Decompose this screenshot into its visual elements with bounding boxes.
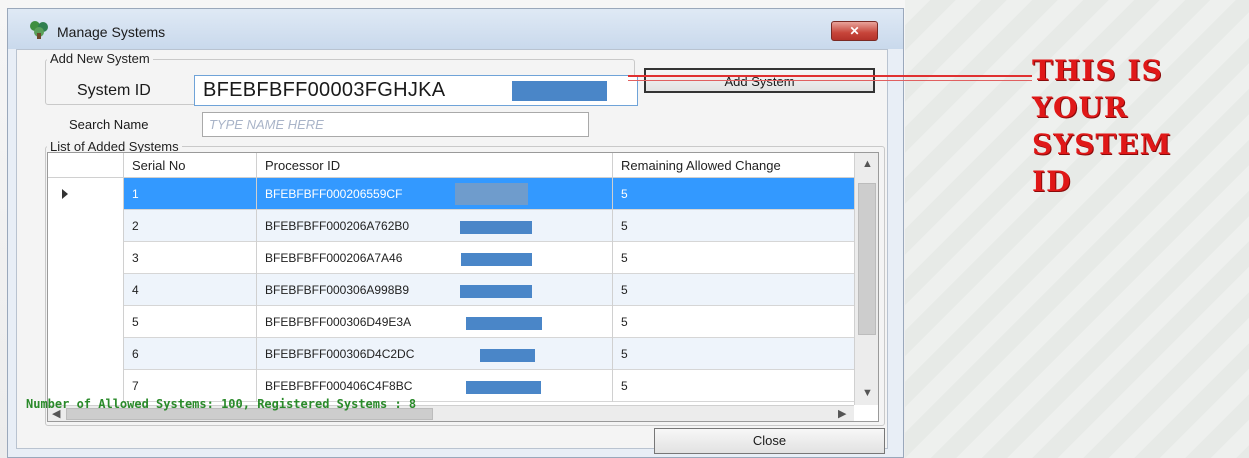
redaction-mark — [466, 317, 542, 330]
column-remaining-changes[interactable]: Remaining Allowed Change — [613, 153, 854, 178]
row-header[interactable] — [48, 210, 124, 242]
system-id-value: BFEBFBFF00003FGHJKA — [203, 79, 446, 101]
current-row-icon — [62, 189, 68, 199]
search-name-input[interactable]: TYPE NAME HERE — [202, 112, 589, 137]
cell-serial[interactable]: 5 — [124, 306, 257, 338]
annotation-line: SYSTEM — [1032, 128, 1172, 161]
redaction-mark — [512, 81, 607, 101]
row-header[interactable] — [48, 274, 124, 306]
cell-serial[interactable]: 3 — [124, 242, 257, 274]
app-icon — [30, 21, 48, 39]
search-placeholder: TYPE NAME HERE — [209, 117, 324, 132]
search-name-label: Search Name — [69, 117, 149, 132]
table-row[interactable]: 6 BFEBFBFF000306D4C2DC 5 — [48, 338, 854, 370]
cell-remaining[interactable]: 5 — [613, 242, 854, 274]
cell-remaining[interactable]: 5 — [613, 370, 854, 402]
column-serial-no[interactable]: Serial No — [124, 153, 257, 178]
table-row[interactable]: 2 BFEBFBFF000206A762B0 5 — [48, 210, 854, 242]
table-row[interactable]: 1 BFEBFBFF000206559CF 5 — [48, 178, 854, 210]
cell-serial[interactable]: 4 — [124, 274, 257, 306]
annotation-pointer-line — [628, 80, 1032, 81]
redaction-mark — [466, 381, 541, 394]
redaction-mark — [455, 183, 528, 205]
scroll-up-icon[interactable]: ▲ — [862, 159, 873, 170]
cell-processor-id[interactable]: BFEBFBFF000206559CF — [257, 178, 613, 210]
row-header[interactable] — [48, 178, 124, 210]
scroll-down-icon[interactable]: ▼ — [862, 388, 873, 399]
title-bar[interactable]: Manage Systems ✕ — [8, 9, 903, 49]
dialog-body: Add New System System ID BFEBFBFF00003FG… — [16, 49, 888, 454]
cell-processor-id[interactable]: BFEBFBFF000306A998B9 — [257, 274, 613, 306]
cell-remaining[interactable]: 5 — [613, 274, 854, 306]
cell-processor-id[interactable]: BFEBFBFF000206A7A46 — [257, 242, 613, 274]
row-header[interactable] — [48, 242, 124, 274]
cell-remaining[interactable]: 5 — [613, 338, 854, 370]
cell-processor-id[interactable]: BFEBFBFF000306D49E3A — [257, 306, 613, 338]
cell-processor-id[interactable]: BFEBFBFF000306D4C2DC — [257, 338, 613, 370]
annotation-line: ID — [1032, 165, 1072, 198]
system-id-label: System ID — [77, 82, 151, 99]
vertical-scrollbar[interactable]: ▲ ▼ — [854, 153, 878, 405]
system-id-annotation: THIS IS YOUR SYSTEM ID — [1032, 52, 1242, 200]
table-row[interactable]: 3 BFEBFBFF000206A7A46 5 — [48, 242, 854, 274]
window-close-button[interactable]: ✕ — [831, 21, 878, 41]
redaction-mark — [460, 221, 532, 234]
cell-serial[interactable]: 2 — [124, 210, 257, 242]
cell-processor-id[interactable]: BFEBFBFF000206A762B0 — [257, 210, 613, 242]
redaction-mark — [460, 285, 532, 298]
row-header[interactable] — [48, 306, 124, 338]
table-row[interactable]: 5 BFEBFBFF000306D49E3A 5 — [48, 306, 854, 338]
cell-serial[interactable]: 6 — [124, 338, 257, 370]
systems-grid: Serial No Processor ID Remaining Allowed… — [47, 152, 879, 422]
add-system-group-label: Add New System — [47, 51, 153, 66]
scroll-right-icon[interactable]: ▶ — [838, 409, 846, 420]
cell-remaining[interactable]: 5 — [613, 210, 854, 242]
cell-remaining[interactable]: 5 — [613, 178, 854, 210]
column-processor-id[interactable]: Processor ID — [257, 153, 613, 178]
redaction-mark — [461, 253, 532, 266]
annotation-pointer-line — [628, 75, 1032, 77]
grid-header: Serial No Processor ID Remaining Allowed… — [48, 153, 878, 178]
window-title: Manage Systems — [57, 24, 166, 40]
vertical-scroll-thumb[interactable] — [858, 183, 876, 335]
table-row[interactable]: 4 BFEBFBFF000306A998B9 5 — [48, 274, 854, 306]
row-header-corner — [48, 153, 124, 178]
cell-serial[interactable]: 1 — [124, 178, 257, 210]
row-header[interactable] — [48, 338, 124, 370]
annotation-line: THIS IS — [1032, 54, 1163, 87]
annotation-line: YOUR — [1032, 91, 1129, 124]
redaction-mark — [480, 349, 535, 362]
close-button[interactable]: Close — [654, 428, 885, 454]
status-text: Number of Allowed Systems: 100, Register… — [26, 397, 417, 411]
cell-remaining[interactable]: 5 — [613, 306, 854, 338]
